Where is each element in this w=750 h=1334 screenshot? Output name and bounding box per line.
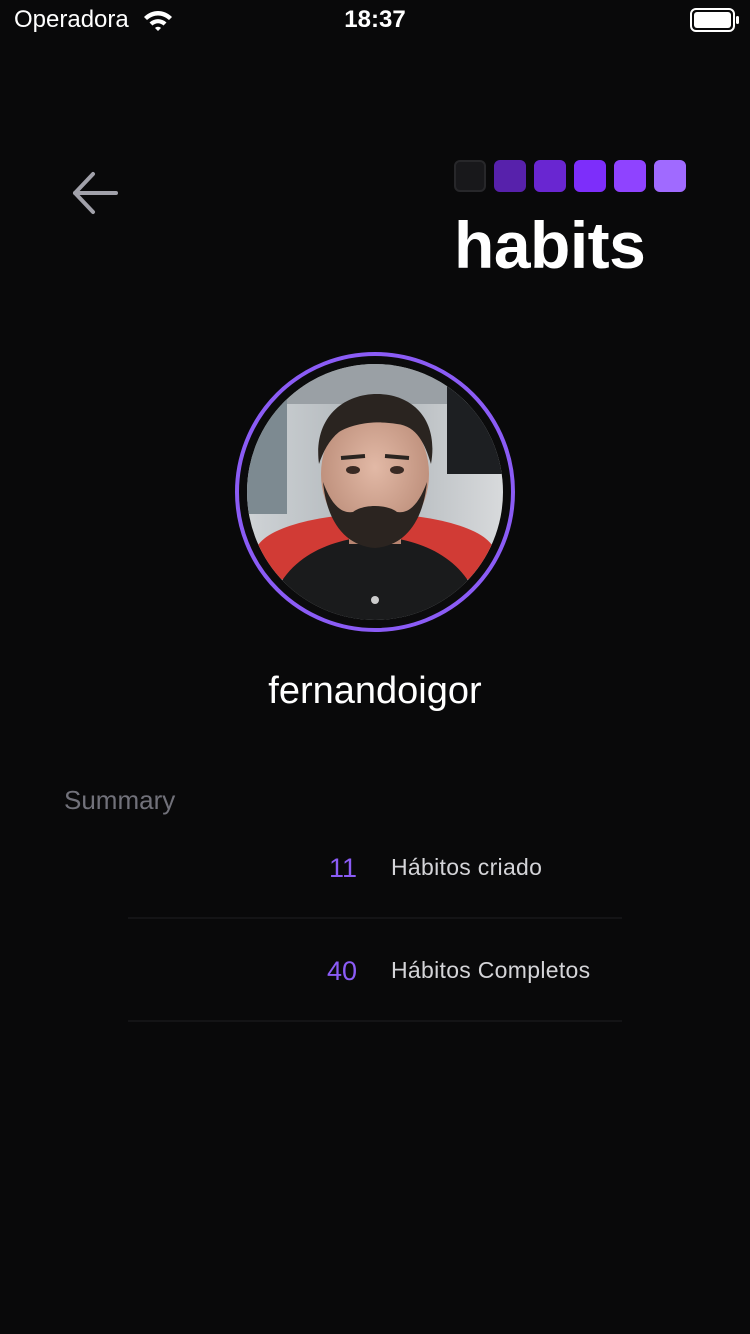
habits-logo: habits [454, 160, 688, 278]
stat-row-habits-completed: 40 Hábitos Completos [128, 919, 622, 1022]
back-button[interactable] [66, 166, 124, 222]
logo-square [574, 160, 606, 192]
stat-label: Hábitos criado [391, 854, 543, 880]
stat-row-habits-created: 11 Hábitos criado [128, 816, 622, 919]
summary-stats-list: 11 Hábitos criado 40 Hábitos Completos [128, 816, 622, 1022]
logo-text: habits [454, 208, 646, 282]
stat-value: 11 [328, 853, 357, 883]
logo-square [534, 160, 566, 192]
logo-square [614, 160, 646, 192]
logo-square [494, 160, 526, 192]
avatar [235, 352, 515, 632]
battery-full-icon [690, 8, 740, 37]
stat-value: 40 [326, 956, 357, 986]
status-bar: Operadora 18:37 [0, 0, 750, 40]
username: fernandoigor [268, 670, 482, 712]
summary-title: Summary [64, 785, 176, 815]
arrow-left-icon [73, 172, 118, 214]
logo-square [654, 160, 686, 192]
status-time: 18:37 [344, 6, 406, 33]
logo-squares [454, 160, 688, 192]
profile-photo [247, 364, 503, 620]
stat-label: Hábitos Completos [391, 957, 591, 983]
logo-square [454, 160, 486, 192]
